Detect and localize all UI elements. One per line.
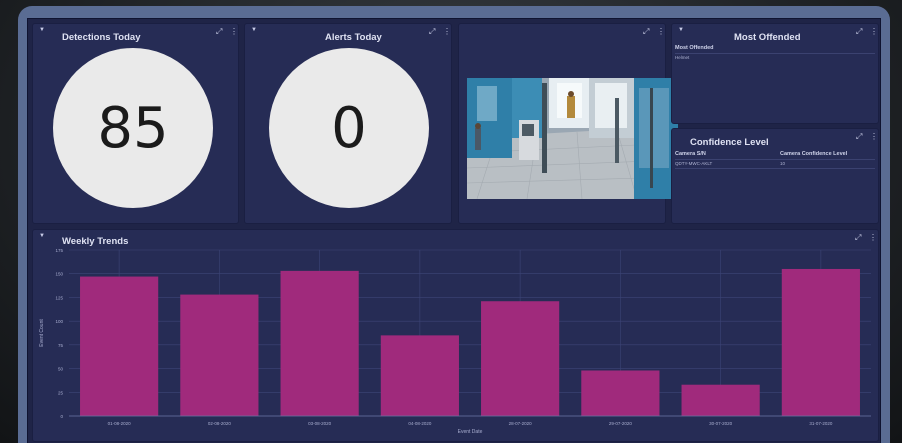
expand-icon[interactable]: ⤢ [429, 28, 435, 36]
filter-icon[interactable]: ▼ [678, 27, 684, 33]
x-tick-label: 03-08-2020 [308, 421, 332, 426]
y-tick-label: 175 [55, 248, 63, 253]
weekly-trends-chart: 0 25 50 75 100 125 150 175 Event Count 01-08-2020… [39, 248, 871, 435]
expand-icon[interactable]: ⤢ [216, 28, 222, 36]
y-tick-label: 150 [55, 272, 63, 277]
x-tick-label: 28-07-2020 [509, 421, 533, 426]
offended-item: Helmet [675, 55, 690, 60]
camera-level: 10 [780, 161, 786, 166]
bar [280, 270, 359, 416]
expand-icon[interactable]: ⤢ [855, 234, 861, 242]
panel-title: Detections Today [62, 32, 141, 43]
filter-icon[interactable]: ▼ [251, 27, 257, 33]
x-tick-label: 30-07-2020 [709, 421, 733, 426]
divider [675, 53, 875, 54]
bar [781, 268, 860, 416]
most-offended-panel: ▼ Most Offended ⤢ ⋮ Most Offended Helmet [671, 23, 879, 124]
more-vertical-icon[interactable]: ⋮ [443, 28, 451, 36]
x-tick-label: 04-08-2020 [408, 421, 432, 426]
expand-icon[interactable]: ⤢ [856, 28, 862, 36]
bar [80, 276, 159, 416]
detections-count: 85 [53, 48, 213, 208]
panel-title: Confidence Level [690, 137, 769, 148]
filter-icon[interactable]: ▼ [39, 233, 45, 239]
confidence-panel: Confidence Level ⤢ ⋮ Camera S/N Camera C… [671, 128, 879, 224]
column-header: Most Offended [675, 45, 714, 51]
bar [681, 384, 760, 416]
bar [581, 370, 660, 416]
camera-sn: QDTY-MWC-AKLT [675, 161, 713, 166]
expand-icon[interactable]: ⤢ [643, 28, 649, 36]
filter-icon[interactable]: ▼ [39, 27, 45, 33]
y-tick-label: 75 [58, 343, 64, 348]
more-vertical-icon[interactable]: ⋮ [869, 234, 877, 242]
more-vertical-icon[interactable]: ⋮ [870, 28, 878, 36]
x-axis-label: Event Date [458, 429, 483, 435]
more-vertical-icon[interactable]: ⋮ [870, 133, 878, 141]
column-header: Camera Confidence Level [780, 151, 848, 157]
dashboard: ▼ Detections Today ⤢ ⋮ 85 ▼ Alerts Today… [27, 18, 881, 443]
x-tick-label: 31-07-2020 [809, 421, 833, 426]
column-header: Camera S/N [675, 151, 706, 157]
alerts-count: 0 [269, 48, 429, 208]
y-tick-label: 50 [58, 367, 64, 372]
expand-icon[interactable]: ⤢ [856, 133, 862, 141]
bar [180, 294, 259, 416]
y-tick-label: 0 [60, 414, 63, 419]
bar [380, 335, 459, 416]
more-vertical-icon[interactable]: ⋮ [657, 28, 665, 36]
divider [675, 168, 875, 169]
alerts-panel: ▼ Alerts Today ⤢ ⋮ 0 [244, 23, 452, 224]
monitor-frame: ▼ Detections Today ⤢ ⋮ 85 ▼ Alerts Today… [18, 6, 890, 443]
y-tick-label: 125 [55, 295, 63, 300]
y-tick-label: 25 [58, 390, 64, 395]
x-tick-label: 01-08-2020 [108, 421, 132, 426]
camera-feed-image [467, 78, 678, 199]
panel-title: Alerts Today [325, 32, 382, 43]
y-tick-label: 100 [55, 319, 63, 324]
detections-panel: ▼ Detections Today ⤢ ⋮ 85 [32, 23, 239, 224]
bar [481, 301, 560, 416]
weekly-trends-panel: ▼ Weekly Trends ⤢ ⋮ 0 25 50 75 100 125 150 175 E… [32, 229, 879, 442]
panel-title: Most Offended [734, 32, 801, 43]
y-axis-label: Event Count [39, 319, 45, 347]
x-tick-label: 02-08-2020 [208, 421, 232, 426]
divider [675, 159, 875, 160]
x-tick-label: 29-07-2020 [609, 421, 633, 426]
more-vertical-icon[interactable]: ⋮ [230, 28, 238, 36]
